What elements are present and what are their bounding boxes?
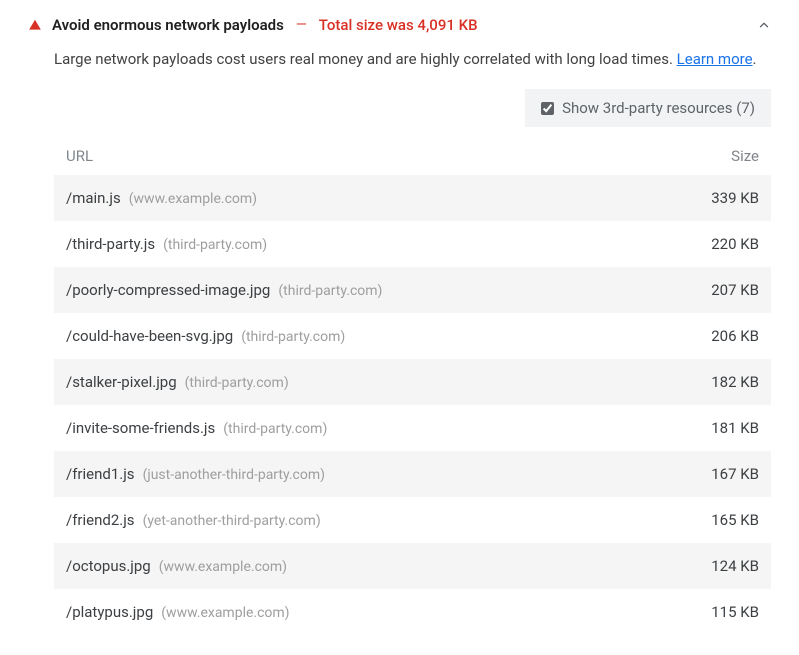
table-row: /octopus.jpg (www.example.com) 124 KB (54, 543, 771, 589)
url-origin: (third-party.com) (185, 375, 289, 391)
url-cell: /octopus.jpg (www.example.com) (66, 557, 287, 575)
url-cell: /third-party.js (third-party.com) (66, 235, 267, 253)
url-path: /platypus.jpg (66, 603, 153, 621)
url-origin: (www.example.com) (161, 605, 289, 621)
audit-panel: Avoid enormous network payloads — Total … (0, 0, 799, 655)
size-cell: 206 KB (711, 327, 759, 345)
url-origin: (www.example.com) (159, 559, 287, 575)
url-origin: (yet-another-third-party.com) (143, 513, 321, 529)
url-cell: /poorly-compressed-image.jpg (third-party… (66, 281, 382, 299)
url-cell: /friend1.js (just-another-third-party.com… (66, 465, 325, 483)
size-cell: 220 KB (711, 235, 759, 253)
url-origin: (third-party.com) (163, 237, 267, 253)
audit-title: Avoid enormous network payloads (52, 16, 284, 34)
size-cell: 167 KB (711, 465, 759, 483)
third-party-toggle[interactable]: Show 3rd-party resources (7) (525, 89, 771, 127)
url-cell: /platypus.jpg (www.example.com) (66, 603, 290, 621)
size-cell: 339 KB (711, 189, 759, 207)
url-path: /friend1.js (66, 465, 135, 483)
table-header: URL Size (54, 141, 771, 175)
url-origin: (third-party.com) (278, 283, 382, 299)
table-body: /main.js (www.example.com) 339 KB/third-pa… (54, 175, 771, 635)
url-cell: /friend2.js (yet-another-third-party.com) (66, 511, 321, 529)
url-column-header: URL (66, 147, 93, 165)
url-path: /poorly-compressed-image.jpg (66, 281, 270, 299)
size-cell: 207 KB (711, 281, 759, 299)
third-party-row: Show 3rd-party resources (7) (54, 89, 771, 127)
third-party-checkbox[interactable] (541, 102, 554, 115)
table-row: /poorly-compressed-image.jpg (third-party… (54, 267, 771, 313)
learn-more-link[interactable]: Learn more (677, 50, 753, 68)
audit-description-suffix: . (753, 50, 757, 68)
url-cell: /invite-some-friends.js (third-party.com) (66, 419, 327, 437)
url-origin: (just-another-third-party.com) (143, 467, 325, 483)
url-origin: (www.example.com) (129, 191, 257, 207)
audit-header: Avoid enormous network payloads — Total … (28, 16, 771, 34)
size-cell: 181 KB (711, 419, 759, 437)
warning-triangle-icon (28, 18, 42, 32)
audit-description: Large network payloads cost users real m… (54, 48, 771, 71)
url-path: /friend2.js (66, 511, 135, 529)
resource-table: URL Size /main.js (www.example.com) 339 KB… (54, 141, 771, 635)
url-cell: /main.js (www.example.com) (66, 189, 257, 207)
audit-dash: — (296, 17, 307, 33)
size-cell: 165 KB (711, 511, 759, 529)
table-row: /platypus.jpg (www.example.com) 115 KB (54, 589, 771, 635)
url-path: /octopus.jpg (66, 557, 151, 575)
table-row: /third-party.js (third-party.com) 220 KB (54, 221, 771, 267)
url-path: /stalker-pixel.jpg (66, 373, 177, 391)
size-cell: 115 KB (711, 603, 759, 621)
audit-description-text: Large network payloads cost users real m… (54, 50, 677, 68)
table-row: /could-have-been-svg.jpg (third-party.com… (54, 313, 771, 359)
table-row: /friend2.js (yet-another-third-party.com)… (54, 497, 771, 543)
size-column-header: Size (731, 147, 759, 165)
size-cell: 182 KB (711, 373, 759, 391)
table-row: /stalker-pixel.jpg (third-party.com) 182 K… (54, 359, 771, 405)
url-path: /could-have-been-svg.jpg (66, 327, 233, 345)
audit-summary: Total size was 4,091 KB (319, 16, 478, 34)
url-path: /main.js (66, 189, 121, 207)
table-row: /invite-some-friends.js (third-party.com)… (54, 405, 771, 451)
url-cell: /could-have-been-svg.jpg (third-party.com… (66, 327, 345, 345)
url-cell: /stalker-pixel.jpg (third-party.com) (66, 373, 289, 391)
table-row: /main.js (www.example.com) 339 KB (54, 175, 771, 221)
table-row: /friend1.js (just-another-third-party.com… (54, 451, 771, 497)
third-party-label: Show 3rd-party resources (7) (562, 99, 755, 117)
size-cell: 124 KB (711, 557, 759, 575)
url-origin: (third-party.com) (241, 329, 345, 345)
url-origin: (third-party.com) (223, 421, 327, 437)
url-path: /third-party.js (66, 235, 155, 253)
url-path: /invite-some-friends.js (66, 419, 215, 437)
collapse-chevron-icon[interactable] (757, 18, 771, 32)
